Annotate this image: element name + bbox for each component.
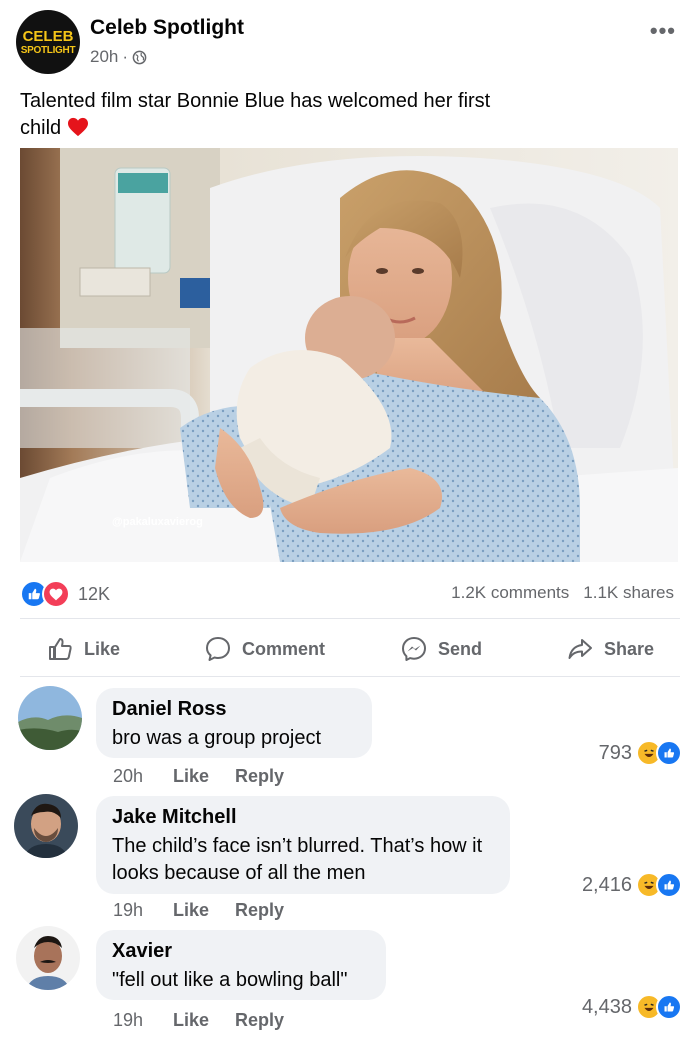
page-logo-line1: CELEB xyxy=(22,27,74,45)
man-mustache-avatar-image xyxy=(16,926,80,990)
shares-count[interactable]: 1.1K shares xyxy=(583,583,674,603)
share-button[interactable]: Share xyxy=(566,632,654,666)
like-button[interactable]: Like xyxy=(46,632,120,666)
comment-text: bro was a group project xyxy=(112,727,322,749)
like-reaction-icon xyxy=(656,994,682,1020)
thumbs-up-icon xyxy=(49,638,72,660)
comment-like-button[interactable]: Like xyxy=(173,1010,235,1031)
more-options-icon[interactable]: ••• xyxy=(650,18,676,44)
comments-count[interactable]: 1.2K comments xyxy=(451,583,569,603)
commenter-avatar[interactable] xyxy=(14,794,78,858)
like-reaction-icon xyxy=(656,740,682,766)
post-meta: 20h · xyxy=(90,47,147,67)
share-arrow-icon xyxy=(568,639,592,659)
comment-reply-button[interactable]: Reply xyxy=(235,900,284,921)
speech-bubble-icon xyxy=(206,637,230,661)
reaction-summary[interactable]: 12K xyxy=(20,580,110,608)
comment-text: "fell out like a bowling ball" xyxy=(112,969,348,991)
comment-reactions[interactable]: 793 xyxy=(599,740,682,766)
meta-separator: · xyxy=(122,47,129,66)
man-portrait-avatar-image xyxy=(14,794,78,858)
commenter-avatar[interactable] xyxy=(16,926,80,990)
divider-top xyxy=(20,618,680,619)
comment-time[interactable]: 19h xyxy=(113,1010,173,1031)
page-logo-line2: SPOTLIGHT xyxy=(20,44,76,56)
commenter-name[interactable]: Xavier xyxy=(112,940,370,963)
reaction-count: 12K xyxy=(78,583,111,604)
commenter-name[interactable]: Daniel Ross xyxy=(112,698,356,721)
comment-reaction-count: 4,438 xyxy=(581,995,632,1018)
post-time[interactable]: 20h xyxy=(90,47,118,67)
messenger-icon xyxy=(402,637,426,661)
like-label: Like xyxy=(84,638,121,659)
comment-reply-button[interactable]: Reply xyxy=(235,1010,284,1031)
commenter-avatar[interactable] xyxy=(18,686,82,750)
page-name[interactable]: Celeb Spotlight xyxy=(90,16,244,40)
comment-time[interactable]: 19h xyxy=(113,900,173,921)
engagement-counts: 1.2K comments 1.1K shares xyxy=(451,583,674,603)
comment-reaction-count: 793 xyxy=(598,741,632,764)
comment-reactions[interactable]: 2,416 xyxy=(582,872,682,898)
comment-actions: 20h Like Reply xyxy=(113,766,284,787)
send-label: Send xyxy=(438,638,483,659)
comment-bubble: Daniel Ross bro was a group project xyxy=(96,688,372,758)
share-label: Share xyxy=(604,638,655,659)
send-button[interactable]: Send xyxy=(400,632,482,666)
post-photo[interactable] xyxy=(20,148,678,562)
globe-icon xyxy=(132,50,147,64)
comment-label: Comment xyxy=(242,638,326,659)
post-caption: Talented film star Bonnie Blue has welco… xyxy=(20,88,500,142)
hospital-photo-illustration xyxy=(20,148,678,562)
commenter-name[interactable]: Jake Mitchell xyxy=(112,806,494,829)
like-reaction-icon xyxy=(656,872,682,898)
comment-like-button[interactable]: Like xyxy=(173,766,235,787)
comment-reactions[interactable]: 4,438 xyxy=(582,994,682,1020)
comment-actions: 19h Like Reply xyxy=(113,1010,284,1031)
comment-actions: 19h Like Reply xyxy=(113,900,284,921)
landscape-avatar-image xyxy=(18,686,82,750)
comment-bubble: Xavier "fell out like a bowling ball" xyxy=(96,930,386,1000)
comment-button[interactable]: Comment xyxy=(204,632,325,666)
page-avatar[interactable]: CELEB SPOTLIGHT xyxy=(16,10,80,74)
photo-watermark: @pakaluxavierog xyxy=(112,516,203,528)
red-heart-icon xyxy=(67,117,88,137)
comment-reaction-count: 2,416 xyxy=(581,873,632,896)
love-reaction-icon xyxy=(42,580,70,608)
comment-time[interactable]: 20h xyxy=(113,766,173,787)
comment-text: The child’s face isn’t blurred. That’s h… xyxy=(112,835,483,884)
divider-bottom xyxy=(20,676,680,677)
comment-bubble: Jake Mitchell The child’s face isn’t blu… xyxy=(96,796,510,894)
comment-like-button[interactable]: Like xyxy=(173,900,235,921)
caption-text: Talented film star Bonnie Blue has welco… xyxy=(20,90,491,139)
comment-reply-button[interactable]: Reply xyxy=(235,766,284,787)
